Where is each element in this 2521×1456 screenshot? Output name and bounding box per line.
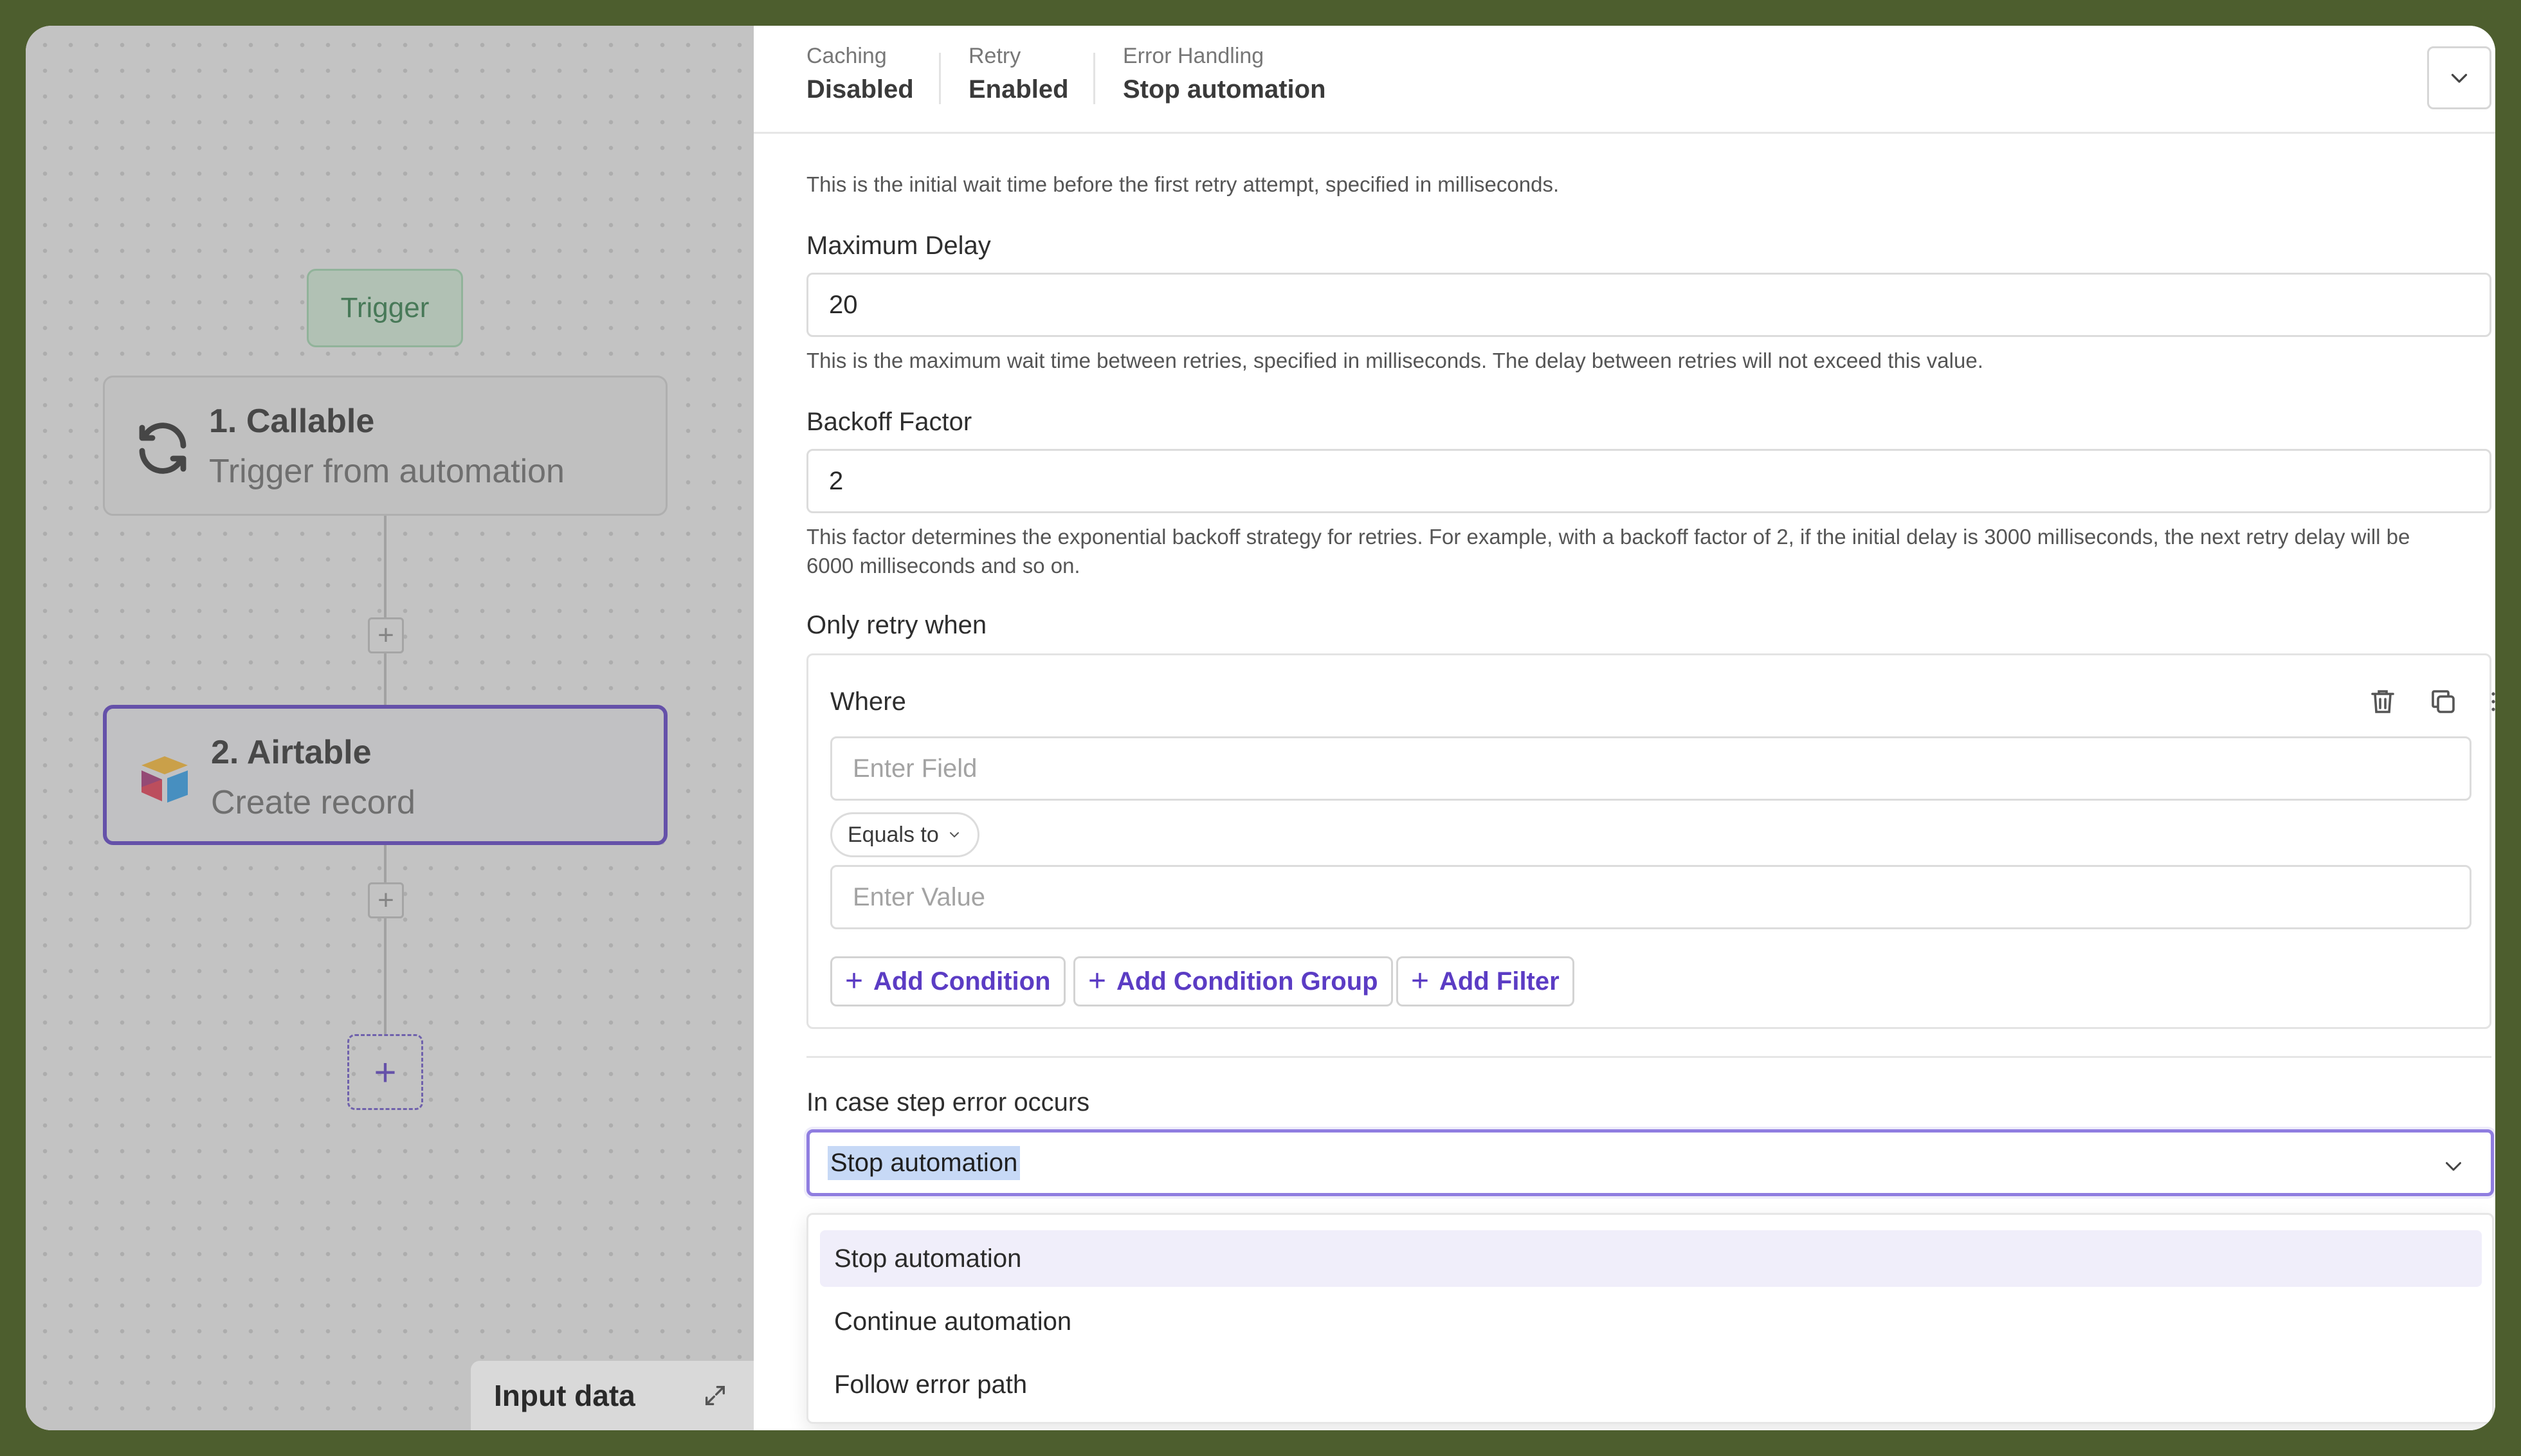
- backoff-factor-input[interactable]: 2: [806, 449, 2491, 513]
- initial-delay-help: This is the initial wait time before the…: [806, 172, 1560, 196]
- expand-icon[interactable]: [702, 1383, 728, 1408]
- plus-icon: +: [1088, 964, 1107, 998]
- backoff-factor-label: Backoff Factor: [806, 408, 972, 436]
- collapse-button[interactable]: [2427, 46, 2491, 109]
- summary-error-handling: Error Handling Stop automation: [1123, 44, 1326, 104]
- list-icon[interactable]: [2487, 686, 2495, 717]
- where-label: Where: [830, 687, 906, 716]
- error-handling-dropdown: Stop automation Continue automation Foll…: [806, 1213, 2494, 1424]
- step-settings-panel: Caching Disabled Retry Enabled Error Han…: [754, 26, 2495, 1430]
- only-retry-label: Only retry when: [806, 611, 987, 639]
- copy-icon[interactable]: [2428, 686, 2459, 717]
- operator-select[interactable]: Equals to: [830, 812, 979, 857]
- summary-divider: [1093, 53, 1095, 104]
- backoff-factor-help: This factor determines the exponential b…: [806, 525, 2410, 578]
- plus-icon: +: [845, 964, 864, 998]
- option-follow-error-path[interactable]: Follow error path: [820, 1356, 2482, 1413]
- chevron-down-icon: [2446, 1162, 2461, 1171]
- condition-builder: Where Enter Field Equals to Enter Value …: [806, 653, 2495, 1029]
- option-stop-automation[interactable]: Stop automation: [820, 1230, 2482, 1287]
- condition-field-input[interactable]: Enter Field: [830, 736, 2471, 801]
- chevron-down-icon: [949, 832, 959, 838]
- section-divider: [806, 1056, 2491, 1058]
- trash-icon[interactable]: [2367, 686, 2398, 717]
- chevron-down-icon: [2451, 73, 2468, 83]
- add-filter-button[interactable]: + Add Filter: [1396, 956, 1574, 1006]
- condition-value-input[interactable]: Enter Value: [830, 865, 2471, 929]
- settings-summary-bar: Caching Disabled Retry Enabled Error Han…: [754, 26, 2495, 134]
- canvas-overlay: [26, 26, 754, 1430]
- summary-divider: [939, 53, 941, 104]
- summary-retry: Retry Enabled: [969, 44, 1069, 104]
- option-continue-automation[interactable]: Continue automation: [820, 1293, 2482, 1350]
- app-window: Trigger + 1. Callable Trigger from autom…: [26, 26, 2495, 1430]
- input-data-panel-toggle[interactable]: Input data: [471, 1361, 754, 1430]
- summary-caching: Caching Disabled: [806, 44, 914, 104]
- input-data-label: Input data: [494, 1379, 635, 1412]
- workflow-canvas[interactable]: Trigger + 1. Callable Trigger from autom…: [26, 26, 754, 1430]
- max-delay-input[interactable]: 20: [806, 273, 2491, 337]
- plus-icon: +: [1411, 964, 1430, 998]
- add-condition-group-button[interactable]: + Add Condition Group: [1073, 956, 1393, 1006]
- add-condition-button[interactable]: + Add Condition: [830, 956, 1066, 1006]
- error-handling-select[interactable]: Stop automation: [806, 1129, 2494, 1196]
- max-delay-help: This is the maximum wait time between re…: [806, 349, 1983, 372]
- max-delay-label: Maximum Delay: [806, 232, 991, 260]
- error-handling-label: In case step error occurs: [806, 1088, 1090, 1116]
